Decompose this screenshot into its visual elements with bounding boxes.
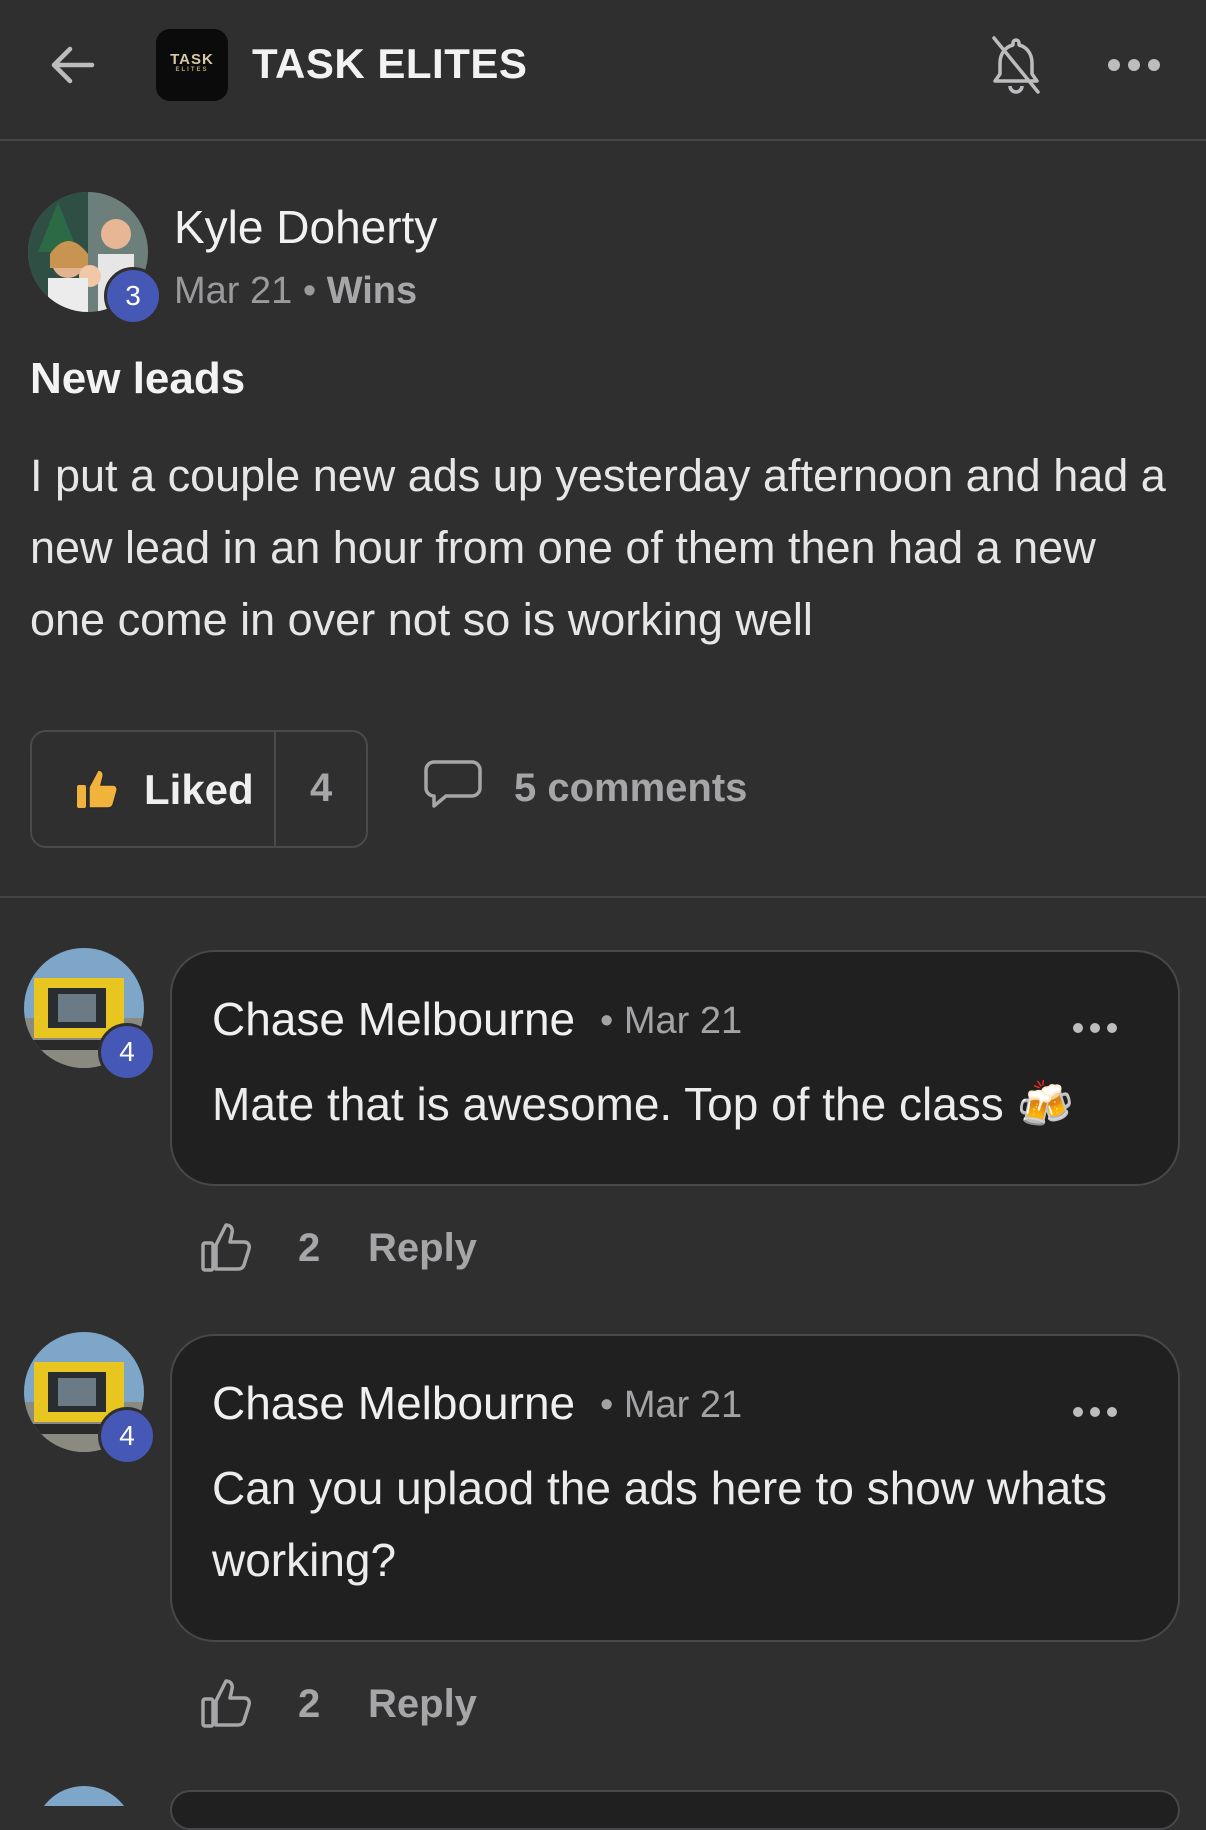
- post-author-name[interactable]: Kyle Doherty: [174, 200, 437, 254]
- comment-icon[interactable]: [424, 758, 482, 810]
- comment-text: Can you uplaod the ads here to show what…: [212, 1462, 1108, 1586]
- comment-text: Mate that is awesome. Top of the class 🍻: [212, 1078, 1074, 1130]
- more-options-icon[interactable]: [1072, 1018, 1118, 1038]
- post-title: New leads: [30, 354, 246, 403]
- comment-like-count: 2: [298, 1226, 321, 1270]
- comment-bubble: Chase Melbourne • Mar 21 Mate that is aw…: [170, 950, 1180, 1186]
- level-badge: 4: [98, 1023, 156, 1081]
- next-comment-bubble: [170, 1790, 1180, 1830]
- logo-text-top: TASK: [170, 51, 214, 68]
- thumbs-up-filled-icon: [77, 769, 118, 809]
- level-badge: 3: [104, 267, 162, 325]
- like-divider: [274, 732, 276, 846]
- meta-separator: •: [600, 1384, 614, 1426]
- liked-label: Liked: [144, 766, 254, 813]
- thumbs-up-icon[interactable]: [200, 1676, 254, 1730]
- comment-date-text: Mar 21: [623, 1384, 743, 1426]
- logo-text-bottom: ELITES: [175, 67, 209, 73]
- comment-author-name[interactable]: Chase Melbourne: [212, 992, 575, 1046]
- more-options-icon[interactable]: [1106, 50, 1162, 80]
- like-button[interactable]: Liked 4: [30, 730, 368, 848]
- top-bar: TASK ELITES TASK ELITES: [0, 0, 1206, 141]
- level-badge: 4: [98, 1407, 156, 1465]
- post-meta: Mar 21 • Wins: [174, 270, 417, 313]
- avatar: [34, 1786, 134, 1806]
- comment-author-name[interactable]: Chase Melbourne: [212, 1376, 575, 1430]
- meta-separator: •: [302, 270, 317, 312]
- comment-like-count: 2: [298, 1682, 321, 1726]
- comment-date: • Mar 21: [600, 1384, 742, 1427]
- post-category[interactable]: Wins: [327, 270, 417, 312]
- like-count[interactable]: 4: [310, 766, 332, 811]
- comment-bubble: Chase Melbourne • Mar 21 Can you uplaod …: [170, 1334, 1180, 1642]
- meta-separator: •: [600, 1000, 614, 1042]
- reply-button[interactable]: Reply: [368, 1682, 477, 1727]
- comment-avatar[interactable]: 4: [24, 1332, 156, 1465]
- comment-avatar[interactable]: 4: [24, 948, 156, 1081]
- comment-date-text: Mar 21: [623, 1000, 743, 1042]
- post-author-avatar[interactable]: 3: [28, 192, 162, 325]
- bell-off-icon[interactable]: [988, 34, 1044, 96]
- next-comment-avatar[interactable]: [34, 1786, 134, 1806]
- thumbs-up-icon[interactable]: [200, 1220, 254, 1274]
- group-name[interactable]: TASK ELITES: [252, 40, 527, 88]
- comments-count-link[interactable]: 5 comments: [514, 766, 747, 811]
- divider: [0, 896, 1206, 898]
- group-logo[interactable]: TASK ELITES: [156, 29, 228, 101]
- post-date: Mar 21: [174, 270, 293, 312]
- reply-button[interactable]: Reply: [368, 1226, 477, 1271]
- post-body: I put a couple new ads up yesterday afte…: [30, 450, 1166, 645]
- more-options-icon[interactable]: [1072, 1402, 1118, 1422]
- back-arrow-icon[interactable]: [46, 38, 100, 92]
- comment-date: • Mar 21: [600, 1000, 742, 1043]
